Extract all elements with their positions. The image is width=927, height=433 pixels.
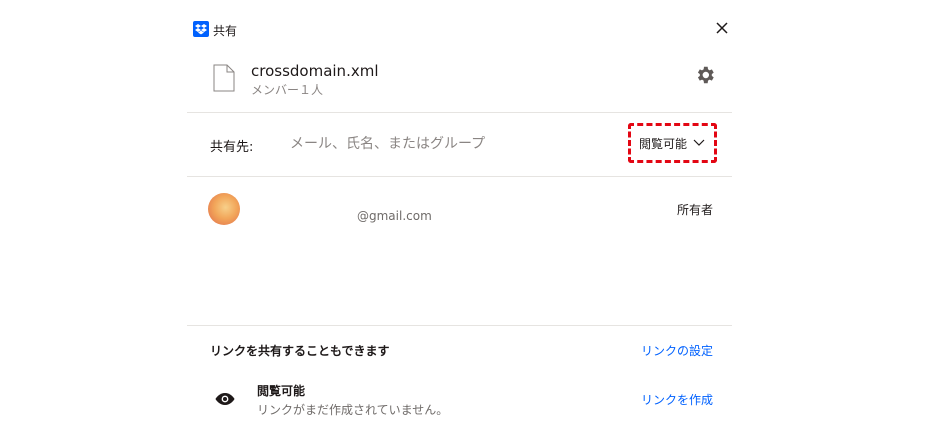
link-permission-label: 閲覧可能	[257, 384, 306, 398]
chevron-down-icon	[693, 136, 705, 150]
gear-icon[interactable]	[694, 64, 716, 86]
avatar	[208, 193, 240, 225]
eye-icon	[215, 391, 235, 410]
member-email: @gmail.com	[357, 209, 432, 223]
link-settings-link[interactable]: リンクの設定	[641, 342, 713, 359]
dialog-title: 共有	[213, 24, 238, 38]
member-role: 所有者	[677, 203, 714, 217]
divider	[187, 112, 732, 113]
share-recipient-input[interactable]	[290, 132, 610, 156]
share-to-label: 共有先:	[210, 140, 254, 155]
create-link-button[interactable]: リンクを作成	[641, 391, 713, 408]
permission-dropdown[interactable]: 閲覧可能	[634, 129, 711, 157]
member-count: メンバー１人	[251, 83, 324, 97]
file-icon	[213, 64, 235, 96]
divider	[187, 325, 732, 326]
divider	[187, 176, 732, 177]
close-icon[interactable]	[712, 18, 732, 38]
link-status-text: リンクがまだ作成されていません。	[257, 403, 449, 417]
permission-dropdown-label: 閲覧可能	[639, 136, 688, 151]
dropbox-logo-icon	[193, 21, 209, 37]
file-name: crossdomain.xml	[251, 62, 379, 80]
link-share-heading: リンクを共有することもできます	[210, 344, 390, 358]
